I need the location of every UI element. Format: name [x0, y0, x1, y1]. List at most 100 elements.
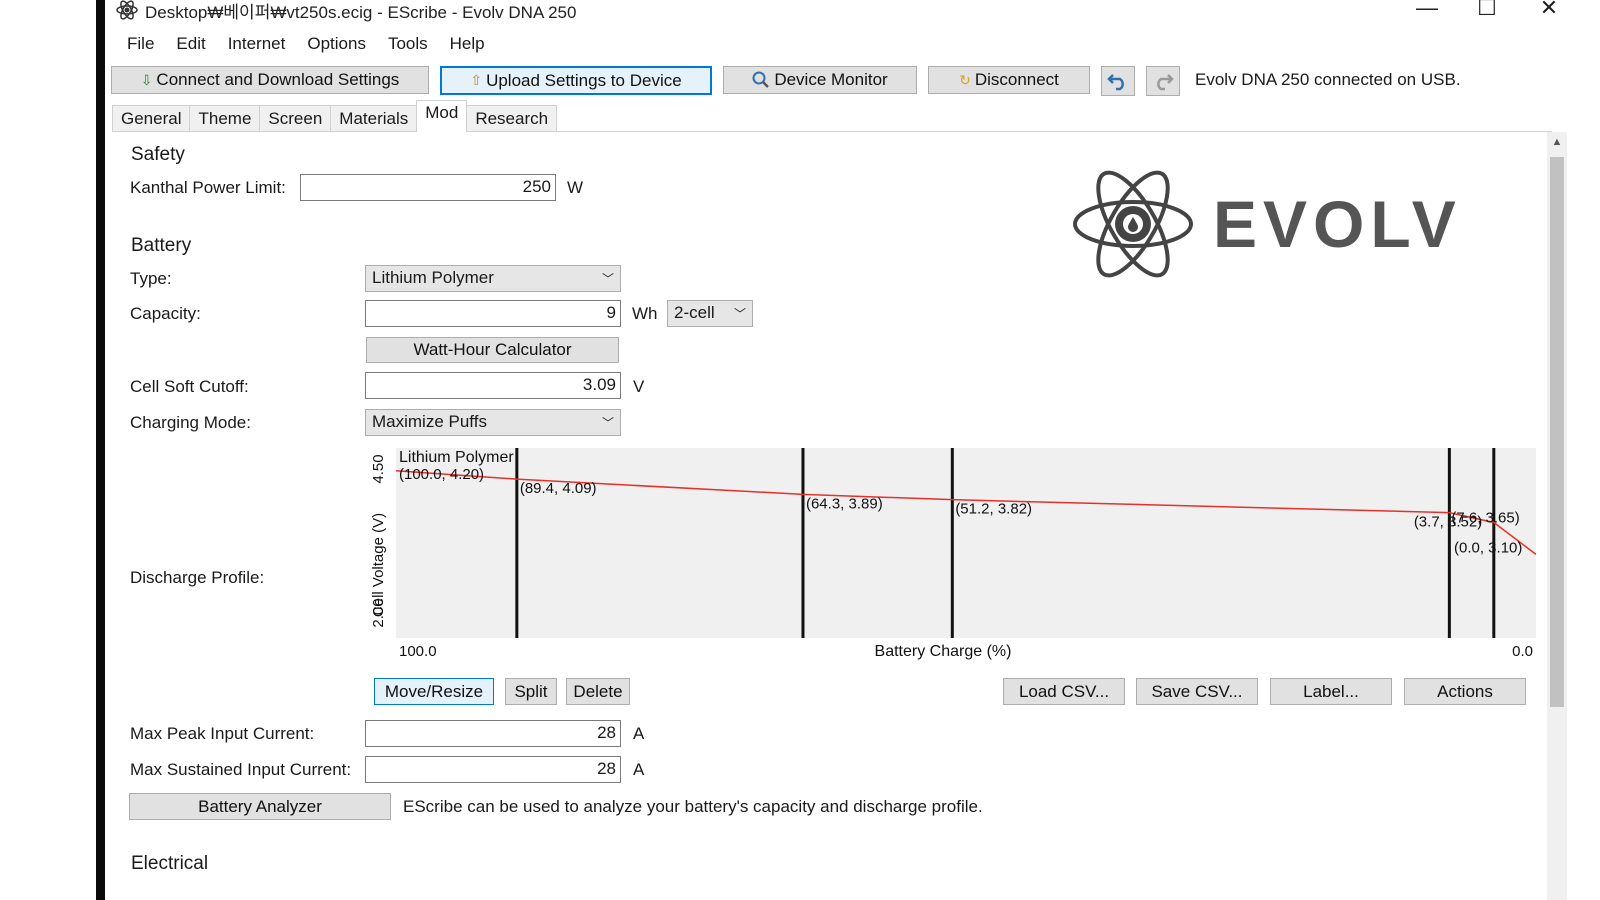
tab-research[interactable]: Research [466, 105, 558, 132]
scroll-up-arrow-icon[interactable]: ▲ [1547, 136, 1567, 156]
menu-options[interactable]: Options [296, 30, 377, 60]
menu-tools[interactable]: Tools [377, 30, 439, 60]
download-arrow-icon: ⇩ [140, 71, 153, 88]
tab-general[interactable]: General [112, 105, 191, 132]
settings-tabs: General Theme Screen Materials Mod Resea… [112, 100, 558, 132]
max-sustained-current-label: Max Sustained Input Current: [130, 760, 352, 779]
battery-type-value: Lithium Polymer [372, 268, 494, 287]
safety-heading: Safety [131, 144, 185, 165]
charging-mode-value: Maximize Puffs [372, 412, 487, 431]
label-button[interactable]: Label... [1270, 678, 1392, 705]
chart-y-tick-min: 2.00 [370, 598, 387, 627]
undo-button[interactable] [1101, 66, 1135, 96]
title-bar[interactable]: Desktop₩베이퍼₩vt250s.ecig - EScribe - Evol… [105, 0, 1600, 24]
kanthal-unit: W [567, 178, 584, 197]
menu-file[interactable]: File [105, 30, 165, 60]
chevron-down-icon: ﹀ [601, 416, 614, 430]
point-label-6: (0.0, 3.10) [1454, 539, 1522, 556]
electrical-heading: Electrical [131, 853, 209, 874]
upload-settings-button[interactable]: ⇧ Upload Settings to Device [440, 66, 712, 95]
window-title: Desktop₩베이퍼₩vt250s.ecig - EScribe - Evol… [145, 3, 577, 22]
chart-x-tick-min: 100.0 [399, 643, 437, 660]
kanthal-power-limit-label: Kanthal Power Limit: [130, 178, 286, 197]
point-label-5: (3.7, 3.52) [1414, 513, 1482, 530]
battery-heading: Battery [131, 235, 192, 256]
refresh-icon: ↻ [959, 71, 971, 88]
max-peak-current-label: Max Peak Input Current: [130, 724, 315, 743]
scrollbar-thumb[interactable] [1550, 157, 1564, 707]
battery-type-select[interactable]: Lithium Polymer ﹀ [365, 265, 621, 292]
redo-icon [1157, 74, 1174, 91]
max-sustained-current-input[interactable]: 28 [365, 756, 621, 783]
cell-soft-cutoff-input[interactable]: 3.09 [365, 372, 621, 399]
watt-hour-calculator-button[interactable]: Watt-Hour Calculator [366, 337, 619, 363]
redo-button[interactable] [1146, 66, 1180, 96]
tab-materials[interactable]: Materials [330, 105, 418, 132]
chart-plot-area [396, 448, 1536, 638]
point-label-1: (89.4, 4.09) [520, 480, 597, 497]
cell-count-value: 2-cell [674, 303, 715, 322]
split-button[interactable]: Split [505, 678, 557, 705]
actions-button[interactable]: Actions [1404, 678, 1526, 705]
max-peak-current-input[interactable]: 28 [365, 720, 621, 747]
point-label-0: (100.0, 4.20) [399, 466, 484, 483]
move-resize-button[interactable]: Move/Resize [374, 678, 494, 705]
upload-arrow-icon: ⇧ [470, 72, 483, 88]
battery-analyzer-button[interactable]: Battery Analyzer [129, 793, 391, 820]
capacity-input[interactable]: 9 [365, 300, 621, 327]
minimize-button[interactable]: — [1399, 0, 1455, 22]
battery-type-label: Type: [130, 269, 172, 288]
chart-x-tick-max: 0.0 [1512, 643, 1533, 660]
chevron-down-icon: ﹀ [601, 272, 614, 286]
menu-help[interactable]: Help [439, 30, 496, 60]
tab-mod[interactable]: Mod [416, 100, 468, 132]
device-monitor-label: Device Monitor [774, 70, 888, 89]
chart-y-tick-max: 4.50 [370, 454, 387, 483]
connect-download-button[interactable]: ⇩ Connect and Download Settings [111, 66, 429, 94]
tab-theme[interactable]: Theme [189, 105, 261, 132]
chart-xlabel: Battery Charge (%) [875, 643, 1012, 660]
disconnect-button[interactable]: ↻ Disconnect [928, 66, 1090, 94]
disconnect-label: Disconnect [974, 70, 1059, 89]
charging-mode-select[interactable]: Maximize Puffs ﹀ [365, 409, 621, 436]
undo-icon [1107, 74, 1124, 91]
upload-settings-label: Upload Settings to Device [486, 70, 682, 90]
chevron-down-icon: ﹀ [733, 307, 746, 321]
save-csv-button[interactable]: Save CSV... [1136, 678, 1258, 705]
point-label-3: (51.2, 3.82) [955, 501, 1032, 518]
sustained-current-unit: A [633, 760, 645, 779]
kanthal-power-limit-input[interactable]: 250 [300, 174, 556, 201]
tab-screen[interactable]: Screen [259, 105, 332, 132]
cell-count-select[interactable]: 2-cell ﹀ [667, 300, 753, 327]
load-csv-button[interactable]: Load CSV... [1003, 678, 1125, 705]
desktop-background [0, 0, 96, 900]
mod-tab-content: Safety Kanthal Power Limit: 250 W EVOLV … [113, 132, 1545, 900]
discharge-profile-chart[interactable]: Lithium Polymer Cell Voltage (V) 2.00 4.… [363, 445, 1538, 665]
device-monitor-button[interactable]: Device Monitor [723, 66, 917, 94]
discharge-profile-label: Discharge Profile: [130, 568, 265, 587]
evolv-logo: EVOLV [1073, 170, 1462, 278]
vertical-scrollbar[interactable]: ▲ [1547, 132, 1567, 900]
peak-current-unit: A [633, 724, 645, 743]
connection-status: Evolv DNA 250 connected on USB. [1195, 70, 1461, 89]
menu-bar: File Edit Internet Options Tools Help [105, 30, 496, 60]
magnifier-icon [752, 71, 770, 88]
escribe-window: Desktop₩베이퍼₩vt250s.ecig - EScribe - Evol… [105, 0, 1600, 900]
menu-internet[interactable]: Internet [217, 30, 297, 60]
evolv-logo-text: EVOLV [1213, 187, 1462, 261]
capacity-unit: Wh [632, 304, 658, 323]
charging-mode-label: Charging Mode: [130, 413, 251, 432]
cutoff-unit: V [633, 377, 645, 396]
escribe-atom-icon [116, 0, 138, 20]
menu-edit[interactable]: Edit [165, 30, 216, 60]
point-label-2: (64.3, 3.89) [806, 495, 883, 512]
chart-title: Lithium Polymer [399, 449, 514, 466]
window-border [96, 0, 105, 900]
cell-soft-cutoff-label: Cell Soft Cutoff: [130, 377, 249, 396]
connect-download-label: Connect and Download Settings [156, 70, 400, 89]
maximize-button[interactable]: ☐ [1459, 0, 1515, 22]
close-button[interactable]: ✕ [1521, 0, 1577, 22]
capacity-label: Capacity: [130, 304, 201, 323]
battery-analyzer-note: EScribe can be used to analyze your batt… [403, 797, 983, 816]
delete-button[interactable]: Delete [566, 678, 630, 705]
